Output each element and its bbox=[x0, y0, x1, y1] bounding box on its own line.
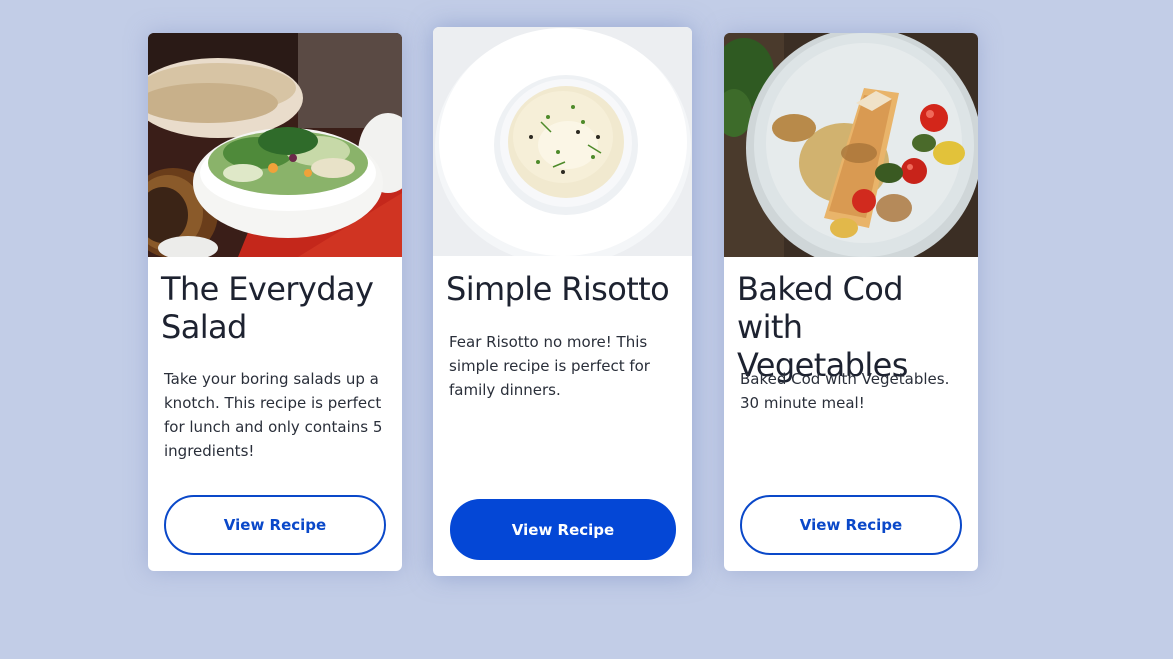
salad-photo bbox=[148, 33, 402, 257]
view-recipe-button[interactable]: View Recipe bbox=[164, 495, 386, 555]
recipe-card-salad: The Everyday Salad Take your boring sala… bbox=[148, 33, 402, 571]
recipe-description: Take your boring salads up a knotch. Thi… bbox=[164, 370, 383, 460]
recipe-description: Baked Cod with Vegetables. 30 minute mea… bbox=[740, 370, 950, 412]
recipe-card-baked-cod: Baked Cod with Vegetables Baked Cod with… bbox=[724, 33, 978, 571]
recipe-title: Simple Risotto bbox=[446, 270, 670, 308]
recipe-description: Fear Risotto no more! This simple recipe… bbox=[449, 333, 650, 399]
view-recipe-button[interactable]: View Recipe bbox=[740, 495, 962, 555]
risotto-photo bbox=[433, 27, 692, 256]
view-recipe-button[interactable]: View Recipe bbox=[450, 499, 676, 560]
recipe-title: The Everyday Salad bbox=[161, 270, 374, 346]
baked-cod-photo bbox=[724, 33, 978, 257]
recipe-card-risotto: Simple Risotto Fear Risotto no more! Thi… bbox=[433, 27, 692, 576]
